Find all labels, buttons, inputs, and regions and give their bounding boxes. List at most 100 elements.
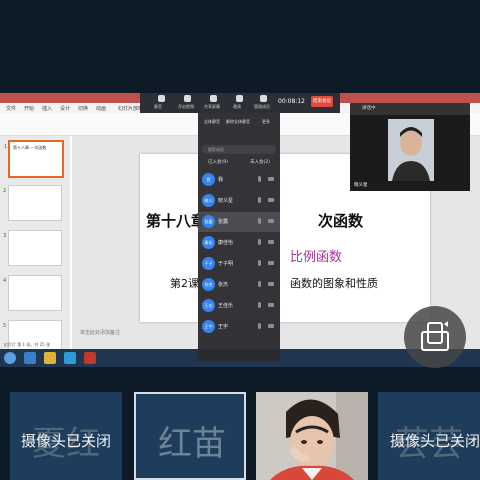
slide-thumbnails: 1 第十八章 一次函数 2 3 4 5 <box>0 136 70 361</box>
member-name: 康佳怡 <box>218 240 234 246</box>
slide-thumb[interactable]: 2 <box>3 185 62 221</box>
slide-thumb-number: 5 <box>3 323 7 329</box>
speaker-person-image <box>388 119 434 181</box>
member-row[interactable]: 王佳 王佳乐 <box>198 296 280 316</box>
tile-bg-name: 红苗 <box>158 424 226 464</box>
avatar: 张杰 <box>202 278 215 291</box>
avatar: 于子 <box>202 257 215 270</box>
folder-icon[interactable] <box>44 352 56 364</box>
toolbar-label: 共享屏幕 <box>204 104 220 109</box>
browser-icon[interactable] <box>24 352 36 364</box>
speaker-name: 晓义星 <box>354 183 368 188</box>
status-text: 幻灯片 第 1 张，共 25 张 <box>4 342 50 347</box>
tab-not-joined[interactable]: 未入会(2) <box>250 159 270 165</box>
slide-thumb-number: 2 <box>3 188 7 194</box>
member-row[interactable]: 张露 张露 <box>198 212 280 232</box>
slide-thumb-number: 1 <box>4 144 8 150</box>
slide-title: 第十八章 <box>146 212 207 230</box>
member-name: 我 <box>218 177 224 183</box>
ribbon-tab[interactable]: 插入 <box>42 105 52 112</box>
member-row[interactable]: 张杰 张杰 <box>198 275 280 295</box>
members-icon[interactable] <box>260 95 267 102</box>
mic-icon[interactable] <box>258 239 261 245</box>
rotate-screen-button[interactable] <box>404 306 466 368</box>
camera-icon[interactable] <box>268 324 274 328</box>
tab-joined[interactable]: 已入会(9) <box>208 159 228 165</box>
slide-thumb[interactable]: 1 第十八章 一次函数 <box>4 140 64 178</box>
participant-tile[interactable]: 芸芸 摄像头已关闭 <box>378 392 480 480</box>
mic-icon[interactable] <box>258 197 261 203</box>
slide-thumb-title: 第十八章 一次函数 <box>13 145 47 150</box>
member-name: 王佳乐 <box>218 303 234 309</box>
toolbar-label: 管理成员 <box>254 104 270 109</box>
slide-thumb[interactable]: 3 <box>3 230 62 266</box>
participant-video-tile[interactable] <box>256 392 368 480</box>
mic-icon[interactable] <box>258 176 261 182</box>
camera-icon[interactable] <box>184 95 191 102</box>
video-header: 讲话中 <box>350 103 470 115</box>
avatar: 晓义 <box>202 194 215 207</box>
avatar: 我 <box>202 173 215 186</box>
camera-icon[interactable] <box>268 303 274 307</box>
end-meeting-button[interactable]: 结束会议 <box>311 96 333 107</box>
camera-off-label: 摄像头已关闭 <box>20 432 111 450</box>
camera-icon[interactable] <box>268 177 274 181</box>
mute-all-button[interactable]: 全体静音 <box>200 119 224 125</box>
mic-icon[interactable] <box>258 218 261 224</box>
camera-off-label: 摄像头已关闭 <box>389 432 480 450</box>
participant-tile-selected[interactable]: 红苗 <box>134 392 246 480</box>
camera-icon[interactable] <box>268 261 274 265</box>
toolbar-label: 静音 <box>154 104 162 109</box>
participant-tile[interactable]: 夏红 摄像头已关闭 <box>10 392 122 480</box>
more-button[interactable]: 更多 <box>254 119 278 125</box>
toolbar-label: 开启视频 <box>178 104 194 109</box>
camera-icon[interactable] <box>268 282 274 286</box>
ribbon-tab[interactable]: 开始 <box>24 105 34 112</box>
rotate-screen-icon <box>421 321 449 351</box>
mic-icon[interactable] <box>258 323 261 329</box>
ribbon-tab[interactable]: 切换 <box>78 105 88 112</box>
share-screen-icon[interactable] <box>210 95 217 102</box>
camera-icon[interactable] <box>268 219 274 223</box>
slide-lesson: 第2课 <box>170 277 199 290</box>
slide-thumb-number: 3 <box>3 233 7 239</box>
ribbon-tab[interactable]: 设计 <box>60 105 70 112</box>
member-name: 晓义星 <box>218 198 234 204</box>
mic-icon[interactable] <box>258 302 261 308</box>
slide-title-end: 次函数 <box>318 212 364 230</box>
mic-icon[interactable] <box>258 260 261 266</box>
notes-placeholder[interactable]: 单击此处添加备注 <box>80 329 120 336</box>
camera-icon[interactable] <box>268 240 274 244</box>
slide-subtitle: 比例函数 <box>290 250 343 265</box>
members-panel: 全体静音 解除全体静音 更多 搜索成员 已入会(9) 未入会(2) 我 我 晓义… <box>198 113 280 361</box>
mic-icon[interactable] <box>258 281 261 287</box>
member-name: 张杰 <box>218 282 229 288</box>
speaker-video-window[interactable]: 讲话中 晓义星 <box>350 103 470 191</box>
toolbar-label: 邀请 <box>233 104 241 109</box>
app-icon[interactable] <box>64 352 76 364</box>
powerpoint-icon[interactable] <box>84 352 96 364</box>
slide-thumb[interactable]: 4 <box>3 275 62 311</box>
camera-icon[interactable] <box>268 198 274 202</box>
participant-video-image <box>256 392 368 480</box>
slide-thumb-number: 4 <box>3 278 7 284</box>
ribbon-tab[interactable]: 文件 <box>6 105 16 112</box>
start-icon[interactable] <box>4 352 16 364</box>
meeting-toolbar: 静音 开启视频 共享屏幕 邀请 管理成员 <box>140 93 340 113</box>
slide-lesson-end: 函数的图象和性质 <box>290 277 378 290</box>
meeting-timer: 00:08:12 <box>278 98 305 105</box>
member-row[interactable]: 于子 于子明 <box>198 254 280 274</box>
member-row[interactable]: 王宇 王宇 <box>198 317 280 337</box>
member-row[interactable]: 晓义 晓义星 <box>198 191 280 211</box>
member-name: 王宇 <box>218 324 229 330</box>
member-name: 张露 <box>218 219 229 225</box>
ribbon-tab[interactable]: 动画 <box>96 105 106 112</box>
mic-icon[interactable] <box>158 95 165 102</box>
avatar: 王宇 <box>202 320 215 333</box>
member-row[interactable]: 康佳 康佳怡 <box>198 233 280 253</box>
avatar: 张露 <box>202 215 215 228</box>
unmute-all-button[interactable]: 解除全体静音 <box>226 119 250 125</box>
member-search-input[interactable]: 搜索成员 <box>202 145 276 154</box>
invite-icon[interactable] <box>236 95 243 102</box>
member-row[interactable]: 我 我 <box>198 170 280 190</box>
